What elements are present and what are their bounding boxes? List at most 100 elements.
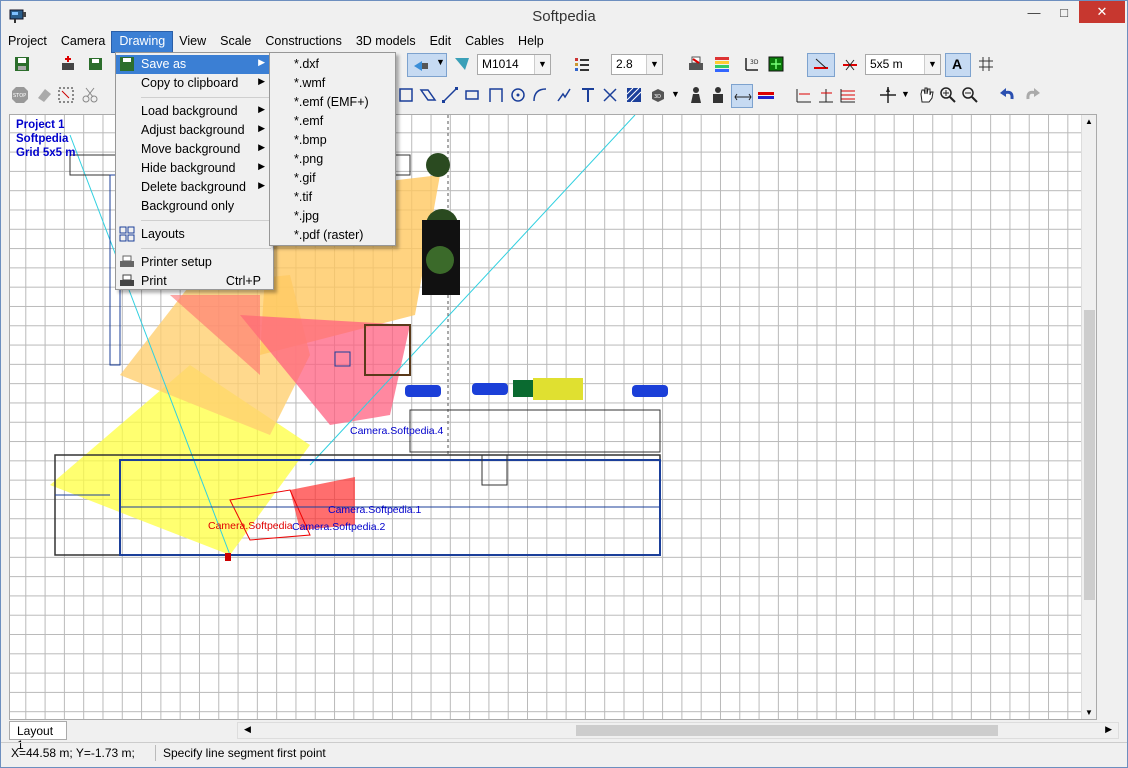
rectangle-tool-icon[interactable] [397, 86, 415, 104]
dimension-icon[interactable] [795, 86, 813, 104]
save-as-emf-plus[interactable]: *.emf (EMF+) [270, 93, 395, 112]
menu-scale[interactable]: Scale [213, 32, 258, 52]
zoom-in-icon[interactable] [939, 86, 957, 104]
compass-icon[interactable] [879, 86, 897, 104]
menu-item-label: Printer setup [141, 255, 212, 269]
save-as-emf[interactable]: *.emf [270, 112, 395, 131]
text-style-button[interactable]: A [945, 53, 971, 77]
erase-line-icon[interactable] [841, 55, 859, 73]
menu-item-delete-background[interactable]: Delete background ▶ [116, 178, 273, 197]
submenu-arrow-icon: ▶ [258, 76, 265, 86]
new-camera-icon[interactable] [59, 55, 77, 73]
camera-label[interactable]: Camera.Softpedia.1 [328, 504, 421, 516]
tab-layout-1[interactable]: Layout 1 [9, 721, 67, 752]
arc-tool-icon[interactable] [531, 86, 549, 104]
zoom-out-icon[interactable] [961, 86, 979, 104]
diagonal-line-icon[interactable] [441, 86, 459, 104]
menu-view[interactable]: View [172, 32, 213, 52]
menu-help[interactable]: Help [511, 32, 551, 52]
chevron-down-icon[interactable]: ▼ [671, 89, 680, 99]
camera-label[interactable]: Camera.Softpedia.2 [292, 521, 385, 533]
cut-icon[interactable] [81, 86, 99, 104]
menu-item-background-only[interactable]: Background only [116, 197, 273, 216]
circle-tool-icon[interactable] [509, 86, 527, 104]
grid-size-select[interactable]: 5x5 m ▼ [865, 54, 941, 75]
text-tool-icon[interactable] [579, 86, 597, 104]
3d-view-icon[interactable]: 3D [743, 55, 761, 73]
3d-object-icon[interactable]: 3D [649, 86, 667, 104]
monitor-icon[interactable] [767, 55, 785, 73]
maximize-button[interactable]: □ [1049, 1, 1079, 23]
list-settings-icon[interactable] [573, 55, 591, 73]
lens-icon[interactable] [453, 55, 471, 73]
redo-icon[interactable] [1023, 86, 1041, 104]
camera-label[interactable]: Camera.Softpedia [208, 520, 293, 532]
menu-item-printer-setup[interactable]: Printer setup [116, 253, 273, 272]
menu-item-label: Print [141, 274, 167, 288]
grid-toggle-icon[interactable] [977, 55, 995, 73]
polyline-tool-icon[interactable] [555, 86, 573, 104]
view-mode-button[interactable]: ▼ [407, 53, 447, 77]
camera-model-select[interactable]: M1014 ▼ [477, 54, 551, 75]
chevron-down-icon: ▼ [646, 55, 662, 74]
move-tool-icon[interactable] [601, 86, 619, 104]
menu-camera[interactable]: Camera [54, 32, 112, 52]
scroll-right-icon[interactable]: ▶ [1105, 724, 1112, 735]
person-icon[interactable] [687, 86, 705, 104]
save-as-dxf[interactable]: *.dxf [270, 55, 395, 74]
menu-item-layouts[interactable]: Layouts [116, 225, 273, 244]
chevron-down-icon[interactable]: ▼ [901, 89, 910, 99]
group-icon[interactable] [709, 86, 727, 104]
undo-icon[interactable] [999, 86, 1017, 104]
skew-tool-icon[interactable] [419, 86, 437, 104]
door-tool-icon[interactable] [487, 86, 505, 104]
menu-drawing[interactable]: Drawing [111, 31, 174, 53]
menu-item-copy-to-clipboard[interactable]: Copy to clipboard ▶ [116, 74, 273, 93]
measure-button[interactable] [731, 84, 753, 108]
menu-item-hide-background[interactable]: Hide background ▶ [116, 159, 273, 178]
minimize-button[interactable]: — [1019, 1, 1049, 23]
eraser-icon[interactable] [35, 86, 53, 104]
save-as-pdf[interactable]: *.pdf (raster) [270, 226, 395, 245]
draw-line-button[interactable] [807, 53, 835, 77]
save-as-bmp[interactable]: *.bmp [270, 131, 395, 150]
scroll-thumb[interactable] [1084, 310, 1095, 600]
menu-item-load-background[interactable]: Load background ▶ [116, 102, 273, 121]
cable-icon[interactable] [757, 86, 775, 104]
pan-hand-icon[interactable] [917, 86, 935, 104]
menu-constructions[interactable]: Constructions [258, 32, 348, 52]
height-dimension-icon[interactable] [817, 86, 835, 104]
scroll-left-icon[interactable]: ◀ [244, 724, 251, 735]
layers-icon[interactable] [839, 86, 857, 104]
scroll-up-icon[interactable]: ▲ [1085, 117, 1093, 126]
focal-length-select[interactable]: 2.8 ▼ [611, 54, 663, 75]
stop-icon[interactable]: STOP [11, 86, 29, 104]
menu-item-save-as[interactable]: Save as ▶ [116, 55, 273, 74]
scroll-thumb[interactable] [576, 725, 998, 736]
printer-settings-icon[interactable] [687, 55, 705, 73]
hatch-tool-icon[interactable] [625, 86, 643, 104]
menu-3d-models[interactable]: 3D models [349, 32, 423, 52]
save-as-jpg[interactable]: *.jpg [270, 207, 395, 226]
wall-tool-icon[interactable] [463, 86, 481, 104]
save-as-wmf[interactable]: *.wmf [270, 74, 395, 93]
save-camera-icon[interactable] [87, 55, 105, 73]
menu-edit[interactable]: Edit [423, 32, 459, 52]
save-as-gif[interactable]: *.gif [270, 169, 395, 188]
scroll-down-icon[interactable]: ▼ [1085, 708, 1093, 717]
menu-project[interactable]: Project [1, 32, 54, 52]
horizontal-scrollbar[interactable]: ◀ ▶ [237, 722, 1119, 739]
vertical-scrollbar[interactable]: ▲ ▼ [1081, 115, 1096, 719]
save-as-tif[interactable]: *.tif [270, 188, 395, 207]
save-icon[interactable] [13, 55, 31, 73]
save-as-png[interactable]: *.png [270, 150, 395, 169]
menu-item-adjust-background[interactable]: Adjust background ▶ [116, 121, 273, 140]
camera-label[interactable]: Camera.Softpedia.4 [350, 425, 443, 437]
menu-item-label: Hide background [141, 161, 236, 175]
menu-item-move-background[interactable]: Move background ▶ [116, 140, 273, 159]
menu-cables[interactable]: Cables [458, 32, 511, 52]
select-area-icon[interactable] [57, 86, 75, 104]
menu-item-print[interactable]: Print Ctrl+P [116, 272, 273, 291]
close-button[interactable]: ✕ [1079, 1, 1125, 23]
color-palette-icon[interactable] [713, 55, 731, 73]
